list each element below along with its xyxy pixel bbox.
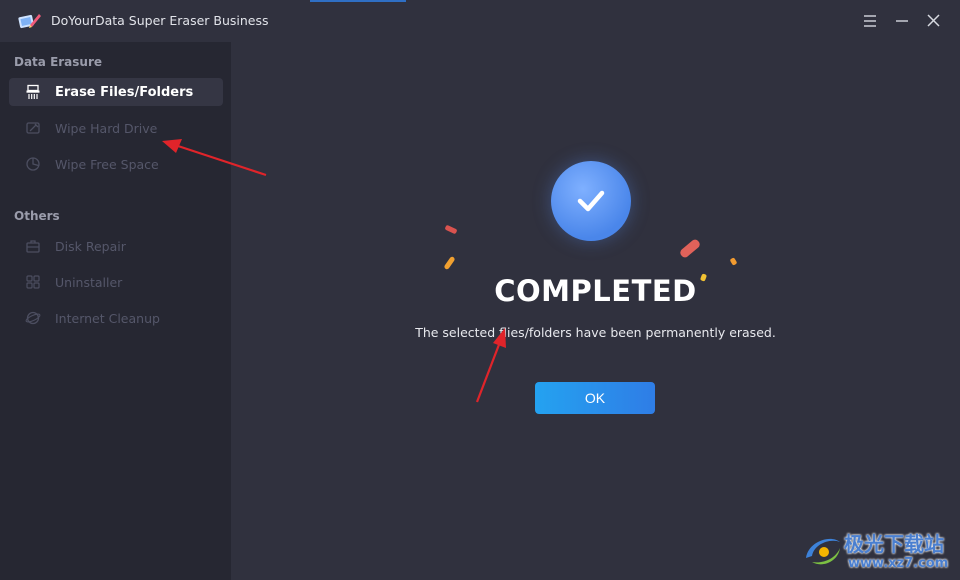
sidebar-item-wipe-free-space[interactable]: Wipe Free Space <box>9 150 223 178</box>
sidebar-item-disk-repair[interactable]: Disk Repair <box>9 232 223 260</box>
sidebar-item-wipe-hard-drive[interactable]: Wipe Hard Drive <box>9 114 223 142</box>
sidebar-item-uninstaller[interactable]: Uninstaller <box>9 268 223 296</box>
app-title: DoYourData Super Eraser Business <box>51 13 269 28</box>
confetti-piece <box>443 255 456 271</box>
app-logo-icon <box>18 11 42 31</box>
app-window: DoYourData Super Eraser Business Data Er… <box>0 0 960 580</box>
confetti-piece <box>729 257 738 266</box>
sidebar-item-erase-files-folders[interactable]: Erase Files/Folders <box>9 78 223 106</box>
section-title-data-erasure: Data Erasure <box>14 55 103 69</box>
confetti-piece <box>444 224 458 235</box>
sidebar-item-label: Wipe Hard Drive <box>55 120 158 136</box>
sidebar-item-label: Disk Repair <box>55 238 126 254</box>
confetti-piece <box>678 237 702 260</box>
watermark-line1: 极光下载站 <box>844 532 944 556</box>
watermark-swirl-icon <box>806 538 840 565</box>
browser-icon <box>24 309 42 327</box>
sidebar-item-label: Wipe Free Space <box>55 156 159 172</box>
title-bar: DoYourData Super Eraser Business <box>0 0 960 42</box>
sidebar-item-label: Uninstaller <box>55 274 123 290</box>
menu-icon[interactable] <box>858 9 882 33</box>
pie-icon <box>24 155 42 173</box>
shredder-icon <box>24 83 42 101</box>
title-accent-bar <box>310 0 406 2</box>
toolbox-icon <box>24 237 42 255</box>
watermark-logo: 极光下载站 www.xz7.com <box>800 528 955 574</box>
close-icon[interactable] <box>921 9 945 33</box>
sidebar-item-internet-cleanup[interactable]: Internet Cleanup <box>9 304 223 332</box>
watermark-line2: www.xz7.com <box>848 556 949 571</box>
main-panel: COMPLETED The selected flies/folders hav… <box>231 42 960 580</box>
completion-message: The selected flies/folders have been per… <box>415 325 776 340</box>
sidebar-item-label: Erase Files/Folders <box>55 84 194 100</box>
section-title-others: Others <box>14 209 60 223</box>
completed-title: COMPLETED <box>494 274 697 308</box>
hard-drive-icon <box>24 119 42 137</box>
sidebar-item-label: Internet Cleanup <box>55 310 160 326</box>
sidebar: Data Erasure Erase Files/Folders Wipe Ha… <box>0 42 231 580</box>
ok-button[interactable]: OK <box>535 382 655 414</box>
minimize-icon[interactable] <box>890 9 914 33</box>
grid-icon <box>24 273 42 291</box>
check-circle-icon <box>551 161 631 241</box>
